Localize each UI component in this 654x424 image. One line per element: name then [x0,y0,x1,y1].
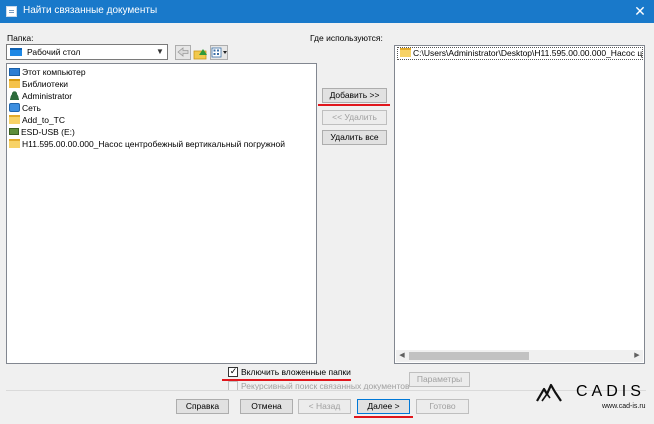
tree-item-label: Библиотеки [22,79,69,89]
cancel-button[interactable]: Отмена [240,399,293,414]
brand-url: www.cad-is.ru [602,403,646,410]
computer-icon [9,67,20,76]
cadis-logo-icon [536,383,562,402]
tree-item-label: Add_to_TC [22,115,65,125]
folder-tree[interactable]: Этот компьютер Библиотеки Administrator … [6,63,317,364]
network-icon [9,103,20,113]
help-button[interactable]: Справка [176,399,229,414]
scroll-left-icon[interactable]: ◀ [396,350,408,362]
tree-item-pump-folder[interactable]: H11.595.00.00.000_Насос центробежный вер… [9,138,285,150]
brand-name: CADIS [576,383,645,400]
arrow-back-icon [177,47,189,57]
next-button[interactable]: Далее > [357,399,410,414]
checkmark-icon: ✓ [229,366,238,376]
list-item[interactable]: C:\Users\Administrator\Desktop\H11.595.0… [397,47,643,60]
tree-item-network[interactable]: Сеть [9,102,41,114]
view-grid-icon [211,47,227,58]
folder-combobox[interactable]: Рабочий стол ▼ [6,44,168,60]
used-in-path: C:\Users\Administrator\Desktop\H11.595.0… [413,48,643,58]
remove-button[interactable]: << Удалить [322,110,387,125]
user-icon [9,91,20,101]
view-menu-button[interactable] [210,45,228,60]
folder-label: Папка: [7,33,34,43]
add-button-underline [318,104,390,106]
tree-item-administrator[interactable]: Administrator [9,90,72,102]
tree-item-usb-drive[interactable]: ESD-USB (E:) [9,126,75,138]
tree-item-label: Сеть [22,103,41,113]
libraries-icon [9,79,20,89]
next-button-underline [354,416,413,418]
used-in-label: Где используются: [310,33,383,43]
usb-drive-icon [9,128,19,136]
include-subfolders-checkbox[interactable]: ✓ [228,366,238,377]
horizontal-scrollbar[interactable]: ◀ ▶ [396,350,643,362]
back-button[interactable]: < Назад [298,399,351,414]
up-folder-button[interactable] [192,45,209,60]
tree-item-add-to-tc[interactable]: Add_to_TC [9,114,65,126]
tree-item-computer[interactable]: Этот компьютер [9,66,86,78]
tree-item-libraries[interactable]: Библиотеки [9,78,68,90]
finish-button[interactable]: Готово [416,399,469,414]
parameters-button[interactable]: Параметры [409,372,470,387]
folder-icon [400,48,411,58]
window-title: Найти связанные документы [23,5,158,16]
app-icon [6,6,17,17]
include-subfolders-label[interactable]: Включить вложенные папки [241,367,351,377]
chevron-down-icon[interactable]: ▼ [155,46,165,58]
desktop-folder-icon [10,48,22,56]
title-bar: Найти связанные документы ✕ [0,0,654,23]
used-in-list[interactable]: C:\Users\Administrator\Desktop\H11.595.0… [394,45,645,364]
back-folder-button[interactable] [175,45,191,60]
folder-icon [9,139,20,149]
folder-icon [9,115,20,125]
folder-up-icon [193,49,207,60]
add-button[interactable]: Добавить >> [322,88,387,103]
scroll-thumb[interactable] [409,352,529,360]
close-icon[interactable]: ✕ [630,2,650,20]
scroll-right-icon[interactable]: ▶ [631,350,643,362]
tree-item-label: H11.595.00.00.000_Насос центробежный вер… [22,139,286,149]
tree-item-label: Этот компьютер [22,67,86,77]
folder-selected-value: Рабочий стол [27,47,81,57]
tree-item-label: ESD-USB (E:) [21,127,75,137]
tree-item-label: Administrator [22,91,73,101]
remove-all-button[interactable]: Удалить все [322,130,387,145]
